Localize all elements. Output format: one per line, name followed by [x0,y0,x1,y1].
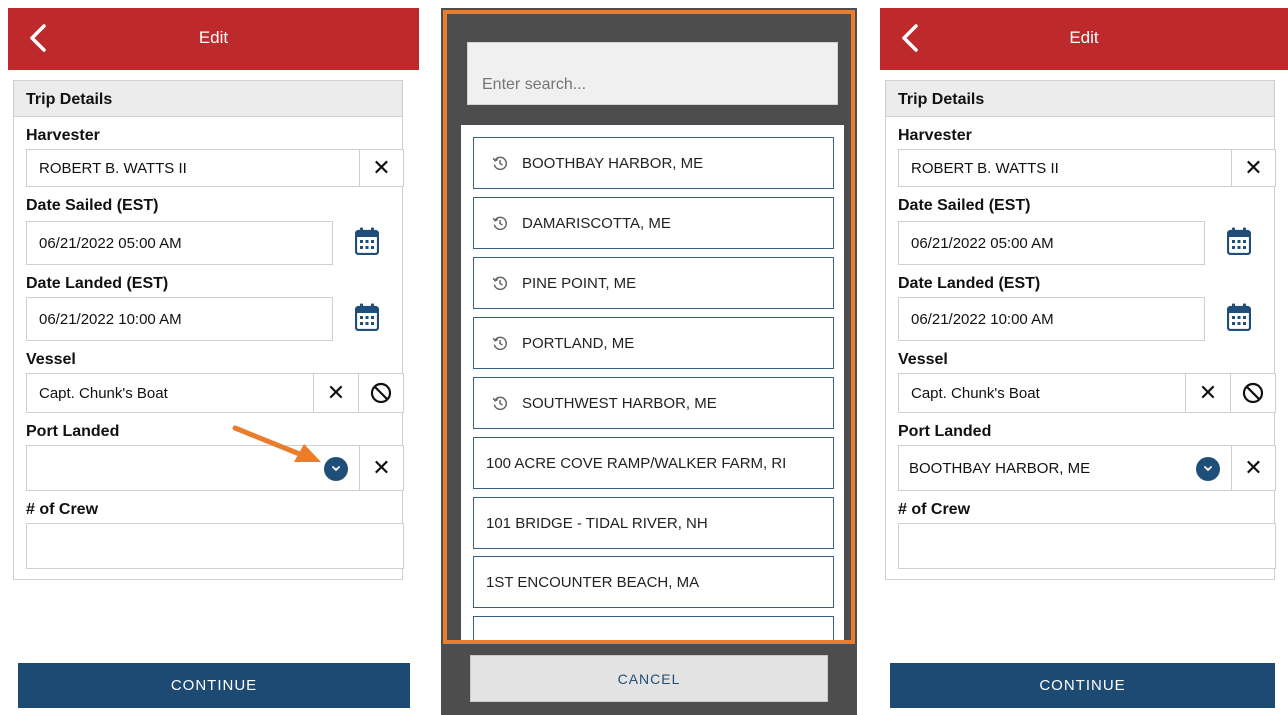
date-sailed-label: Date Sailed (EST) [26,197,159,214]
chevron-down-icon[interactable] [1196,457,1220,481]
list-item[interactable]: PORTLAND, ME [473,317,834,369]
history-icon [492,395,508,411]
trip-details-card: Trip Details Harvester ROBERT B. WATTS I… [13,80,404,580]
port-name: PINE POINT, ME [522,274,637,292]
close-icon: ✕ [1198,380,1218,405]
vessel-field[interactable]: Capt. Chunk's Boat [26,373,314,413]
harvester-field[interactable]: ROBERT B. WATTS II [26,149,360,187]
list-item[interactable]: PINE POINT, ME [473,257,834,309]
close-icon: ✕ [1244,455,1263,480]
crew-input[interactable] [898,523,1276,569]
date-sailed-field[interactable]: 06/21/2022 05:00 AM [26,221,333,265]
date-sailed-value: 06/21/2022 05:00 AM [911,235,1054,252]
port-name: SOUTHWEST HARBOR, ME [522,394,717,412]
harvester-label: Harvester [26,127,100,144]
page-title: Edit [198,28,229,47]
vessel-label: Vessel [898,351,948,368]
port-landed-value: BOOTHBAY HARBOR, ME [909,460,1091,477]
vessel-value: Capt. Chunk's Boat [911,385,1040,402]
harvester-field[interactable]: ROBERT B. WATTS II [898,149,1232,187]
continue-button[interactable]: CONTINUE [18,663,410,708]
list-item[interactable] [473,616,834,640]
list-item[interactable]: DAMARISCOTTA, ME [473,197,834,249]
harvester-label: Harvester [898,127,972,144]
section-title: Trip Details [14,81,402,117]
close-icon: ✕ [372,155,391,180]
ban-icon [370,382,392,404]
section-title: Trip Details [886,81,1274,117]
modal-highlight-frame: BOOTHBAY HARBOR, ME DAMARISCOTTA, ME PIN… [443,10,855,644]
date-landed-field[interactable]: 06/21/2022 10:00 AM [898,297,1205,341]
date-landed-label: Date Landed (EST) [898,275,1041,292]
date-sailed-label: Date Sailed (EST) [898,197,1031,214]
date-landed-field[interactable]: 06/21/2022 10:00 AM [26,297,333,341]
continue-button[interactable]: CONTINUE [890,663,1275,708]
list-item[interactable]: BOOTHBAY HARBOR, ME [473,137,834,189]
port-name: BOOTHBAY HARBOR, ME [522,154,704,172]
history-icon [492,155,508,171]
vessel-field[interactable]: Capt. Chunk's Boat [898,373,1186,413]
calendar-icon[interactable] [354,303,380,332]
vessel-clear-button[interactable]: ✕ [1185,373,1231,413]
port-landed-clear-button[interactable]: ✕ [1231,445,1276,491]
history-icon [492,275,508,291]
date-landed-value: 06/21/2022 10:00 AM [911,311,1054,328]
close-icon: ✕ [1244,155,1263,180]
harvester-value: ROBERT B. WATTS II [39,160,187,177]
list-item[interactable]: 101 BRIDGE - TIDAL RIVER, NH [473,497,834,549]
crew-input[interactable] [26,523,404,569]
vessel-none-button[interactable] [1230,373,1276,413]
cancel-button[interactable]: CANCEL [470,655,828,702]
vessel-label: Vessel [26,351,76,368]
calendar-icon[interactable] [354,227,380,256]
calendar-icon[interactable] [1226,227,1252,256]
port-landed-select[interactable]: BOOTHBAY HARBOR, ME [898,445,1232,491]
port-landed-label: Port Landed [898,423,992,440]
search-input[interactable] [467,42,838,105]
harvester-value: ROBERT B. WATTS II [911,160,1059,177]
port-name: DAMARISCOTTA, ME [522,214,671,232]
calendar-icon[interactable] [1226,303,1252,332]
crew-label: # of Crew [898,501,971,518]
list-item[interactable]: SOUTHWEST HARBOR, ME [473,377,834,429]
port-list[interactable]: BOOTHBAY HARBOR, ME DAMARISCOTTA, ME PIN… [461,125,844,640]
date-sailed-value: 06/21/2022 05:00 AM [39,235,182,252]
vessel-none-button[interactable] [358,373,404,413]
vessel-value: Capt. Chunk's Boat [39,385,168,402]
port-name: 100 ACRE COVE RAMP/WALKER FARM, RI [486,454,787,472]
chevron-down-icon[interactable] [324,457,348,481]
port-landed-clear-button[interactable]: ✕ [359,445,404,491]
edit-screen-left: Edit Trip Details Harvester ROBERT B. WA… [8,8,419,715]
port-name: 1ST ENCOUNTER BEACH, MA [486,573,700,591]
history-icon [492,215,508,231]
vessel-clear-button[interactable]: ✕ [313,373,359,413]
port-landed-label: Port Landed [26,423,120,440]
harvester-clear-button[interactable]: ✕ [1231,149,1276,187]
list-item[interactable]: 1ST ENCOUNTER BEACH, MA [473,556,834,608]
edit-screen-right: Edit Trip Details Harvester ROBERT B. WA… [880,8,1288,715]
date-landed-value: 06/21/2022 10:00 AM [39,311,182,328]
date-sailed-field[interactable]: 06/21/2022 05:00 AM [898,221,1205,265]
top-bar: Edit [8,8,419,70]
crew-label: # of Crew [26,501,99,518]
page-title: Edit [1069,28,1099,47]
annotation-arrow-icon [232,425,321,462]
close-icon: ✕ [326,380,346,405]
date-landed-label: Date Landed (EST) [26,275,169,292]
harvester-clear-button[interactable]: ✕ [359,149,404,187]
list-item[interactable]: 100 ACRE COVE RAMP/WALKER FARM, RI [473,437,834,489]
top-bar: Edit [880,8,1288,70]
history-icon [492,335,508,351]
port-name: PORTLAND, ME [522,334,635,352]
port-name: 101 BRIDGE - TIDAL RIVER, NH [486,514,708,532]
port-picker-modal: BOOTHBAY HARBOR, ME DAMARISCOTTA, ME PIN… [441,8,857,715]
ban-icon [1242,382,1264,404]
trip-details-card: Trip Details Harvester ROBERT B. WATTS I… [885,80,1276,580]
close-icon: ✕ [372,455,391,480]
